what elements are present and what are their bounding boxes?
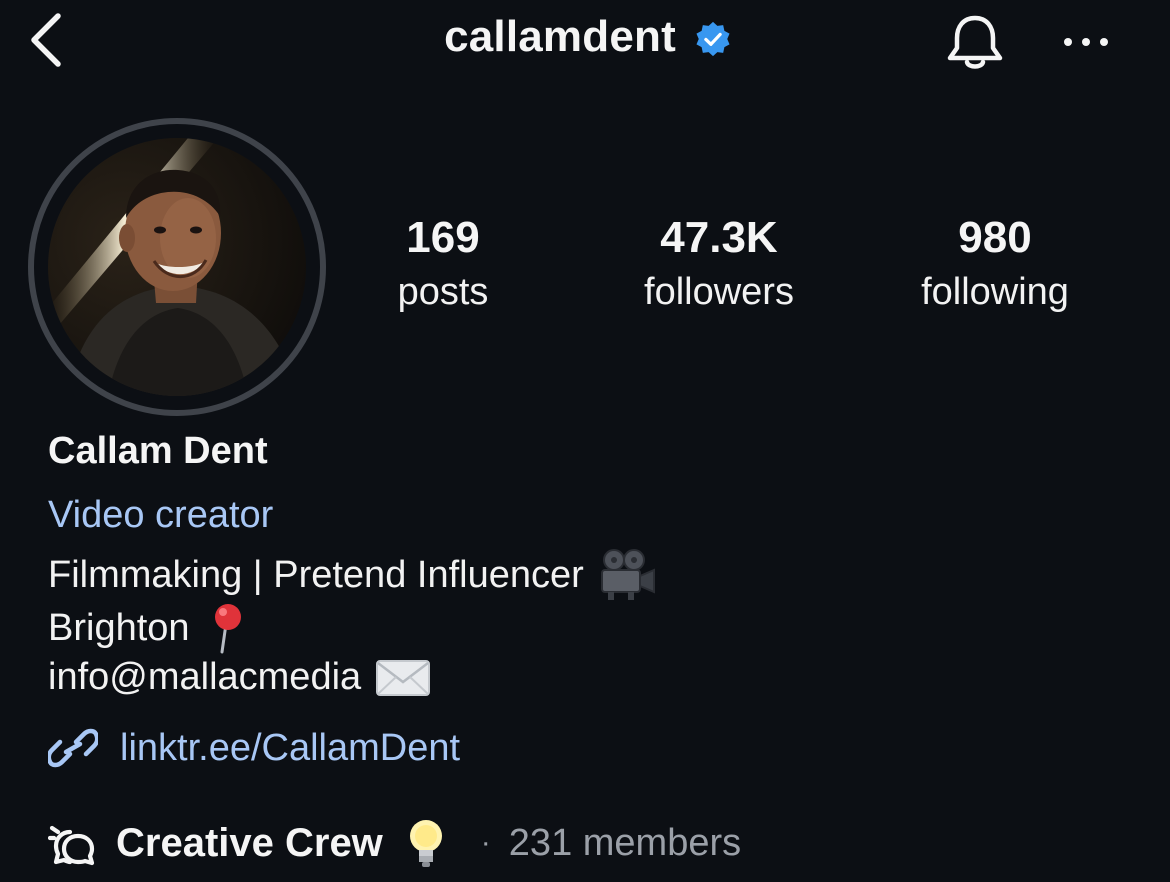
link-icon bbox=[48, 728, 98, 768]
broadcast-channel-icon bbox=[48, 825, 95, 866]
bio-line-email: info@mallacmedia bbox=[48, 656, 431, 699]
top-bar: callamdent bbox=[0, 0, 1170, 84]
bio-text: Filmmaking | Pretend Influencer bbox=[48, 553, 584, 596]
movie-camera-icon bbox=[600, 549, 655, 600]
bio-line-filmmaking: Filmmaking | Pretend Influencer bbox=[48, 548, 656, 602]
bio-text: info@mallacmedia bbox=[48, 656, 362, 698]
chevron-left-icon bbox=[31, 13, 61, 67]
posts-label: posts bbox=[397, 271, 489, 313]
stat-following[interactable]: 980 following bbox=[865, 210, 1125, 318]
notifications-button[interactable] bbox=[940, 12, 1010, 74]
followers-count: 47.3K bbox=[660, 213, 778, 262]
more-options-button[interactable] bbox=[1058, 20, 1114, 64]
light-bulb-icon bbox=[409, 820, 442, 867]
verified-badge-icon bbox=[696, 21, 730, 57]
stat-followers[interactable]: 47.3K followers bbox=[589, 210, 849, 318]
channel-members-count: 231 members bbox=[508, 821, 742, 864]
channel-name: Creative Crew bbox=[116, 820, 383, 865]
separator-dot: · bbox=[480, 826, 491, 859]
bio-text: Brighton bbox=[48, 606, 190, 649]
profile-link[interactable]: linktr.ee/CallamDent bbox=[48, 726, 460, 770]
following-count: 980 bbox=[958, 213, 1032, 262]
link-text: linktr.ee/CallamDent bbox=[120, 726, 461, 769]
round-pushpin-icon bbox=[214, 604, 241, 654]
profile-page: callamdent 169 posts 47.3K followers 980… bbox=[0, 0, 1170, 882]
more-horizontal-icon bbox=[1064, 38, 1108, 46]
broadcast-channel[interactable]: Creative Crew · 231 members bbox=[48, 816, 741, 870]
profile-photo bbox=[48, 138, 306, 396]
bio-line-location: Brighton bbox=[48, 602, 248, 654]
following-label: following bbox=[921, 271, 1069, 313]
username: callamdent bbox=[444, 12, 676, 61]
stat-posts[interactable]: 169 posts bbox=[313, 210, 573, 318]
avatar[interactable] bbox=[48, 138, 306, 396]
bell-icon bbox=[947, 15, 1003, 69]
display-name: Callam Dent bbox=[48, 430, 268, 472]
followers-label: followers bbox=[644, 271, 794, 313]
back-button[interactable] bbox=[24, 10, 68, 70]
posts-count: 169 bbox=[406, 213, 480, 262]
envelope-icon bbox=[376, 659, 431, 696]
username-title[interactable]: callamdent bbox=[444, 12, 732, 62]
category-label: Video creator bbox=[48, 494, 274, 536]
